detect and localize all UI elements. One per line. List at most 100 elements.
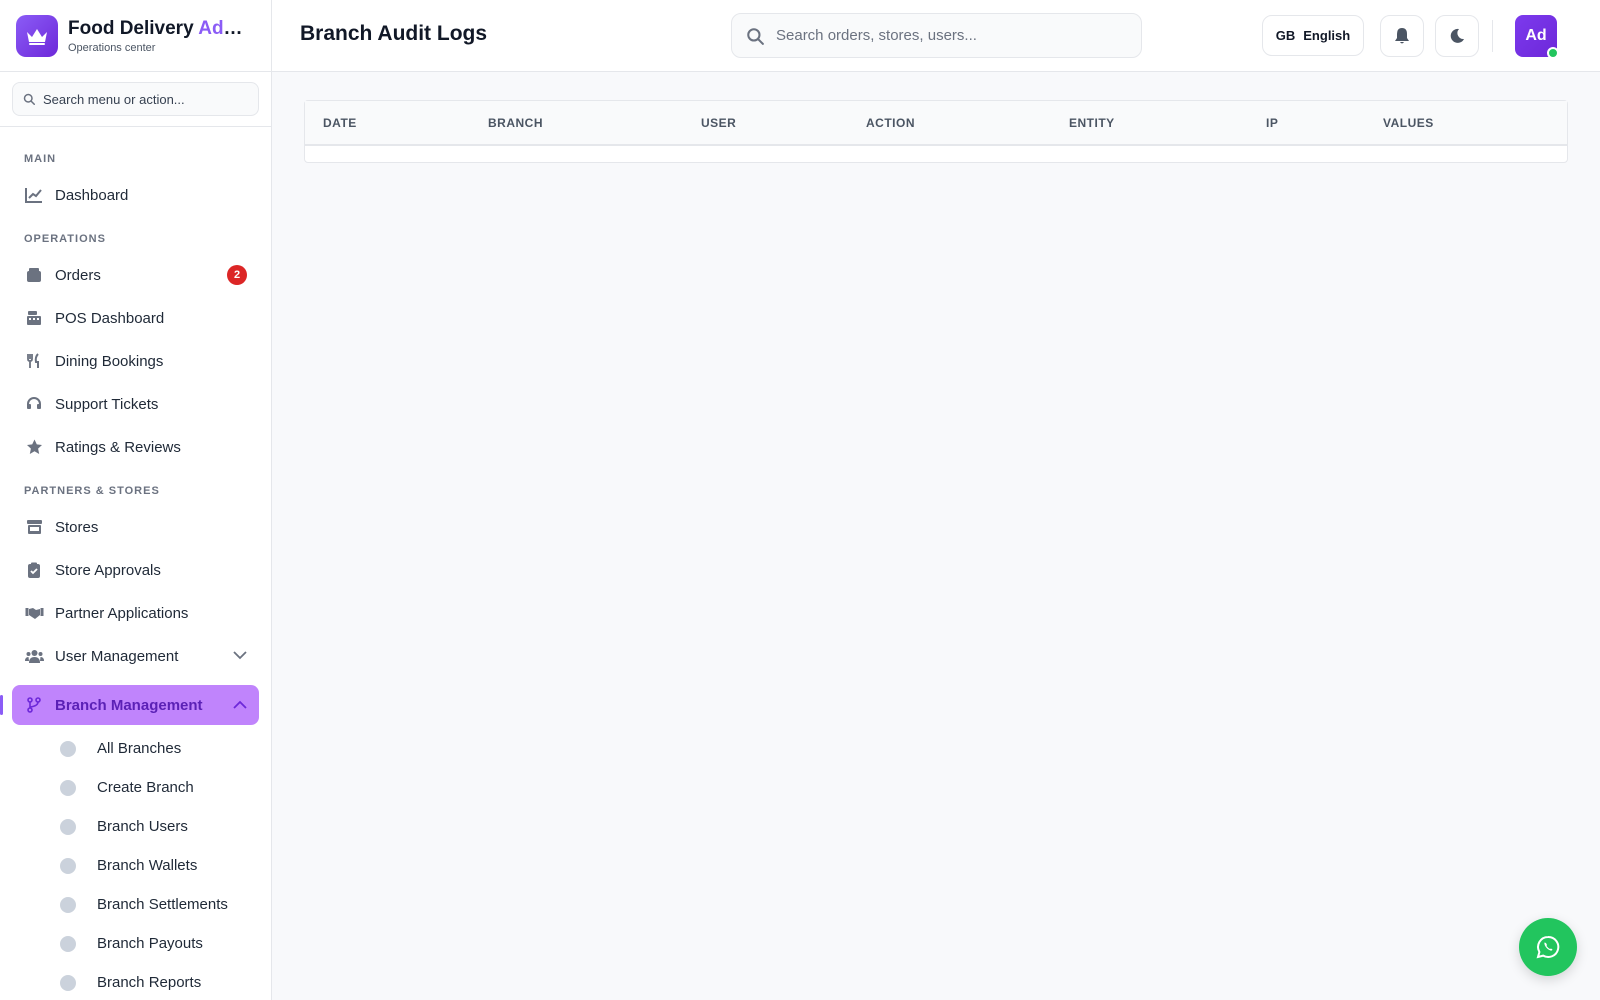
sidebar-item-label: Store Approvals bbox=[55, 561, 161, 579]
sidebar-item-label: User Management bbox=[55, 647, 179, 665]
sidebar-item-label: Orders bbox=[55, 266, 101, 284]
sidebar-subitem-label: Branch Wallets bbox=[97, 857, 198, 874]
avatar[interactable]: Ad bbox=[1515, 15, 1559, 59]
chart-line-icon bbox=[24, 185, 44, 205]
topbar: Branch Audit Logs GB English Ad bbox=[272, 0, 1600, 72]
page-title: Branch Audit Logs bbox=[300, 22, 488, 45]
section-label-partners: PARTNERS & STORES bbox=[24, 485, 160, 497]
sidebar-item-label: Ratings & Reviews bbox=[55, 438, 181, 456]
chevron-up-icon bbox=[233, 696, 247, 714]
brand: Food Delivery Admin Operations center bbox=[0, 0, 271, 72]
whatsapp-icon bbox=[1536, 935, 1560, 959]
sidebar-item-label: POS Dashboard bbox=[55, 309, 165, 327]
language-label: English bbox=[1303, 28, 1351, 43]
sidebar-item-dashboard[interactable]: Dashboard bbox=[12, 175, 259, 215]
handshake-icon bbox=[24, 603, 44, 623]
column-header-ip[interactable]: IP bbox=[1248, 116, 1365, 130]
box-icon bbox=[24, 265, 44, 285]
sidebar-item-label: Branch Management bbox=[55, 696, 203, 714]
sidebar-subitem-branch-users[interactable]: Branch Users bbox=[12, 807, 259, 846]
bullet-dot bbox=[60, 974, 76, 991]
theme-toggle-button[interactable] bbox=[1435, 15, 1479, 57]
section-label-main: MAIN bbox=[24, 153, 57, 165]
orders-count-badge: 2 bbox=[227, 265, 247, 285]
column-header-action[interactable]: ACTION bbox=[848, 116, 1051, 130]
sidebar-item-orders[interactable]: Orders 2 bbox=[12, 255, 259, 295]
sidebar-subitem-branch-settlements[interactable]: Branch Settlements bbox=[12, 885, 259, 924]
brand-title-main: Food Delivery bbox=[68, 17, 199, 39]
sidebar-subitem-label: Branch Users bbox=[97, 818, 188, 835]
sidebar-item-branch-management[interactable]: Branch Management bbox=[0, 685, 259, 725]
column-header-date[interactable]: DATE bbox=[305, 116, 470, 130]
sidebar-item-dining[interactable]: Dining Bookings bbox=[12, 341, 259, 381]
sidebar-item-label: Partner Applications bbox=[55, 604, 189, 622]
bell-icon bbox=[1395, 28, 1409, 44]
sidebar-item-partner-applications[interactable]: Partner Applications bbox=[12, 593, 259, 633]
section-label-operations: OPERATIONS bbox=[24, 233, 106, 245]
chevron-down-icon bbox=[233, 647, 247, 665]
sidebar-subitem-all-branches[interactable]: All Branches bbox=[12, 729, 259, 768]
star-icon bbox=[24, 437, 44, 457]
sidebar-subitem-branch-payouts[interactable]: Branch Payouts bbox=[12, 924, 259, 963]
sidebar-subitem-create-branch[interactable]: Create Branch bbox=[12, 768, 259, 807]
search-icon bbox=[23, 93, 35, 105]
column-header-values[interactable]: VALUES bbox=[1365, 116, 1565, 130]
sidebar-search-input[interactable] bbox=[43, 91, 243, 107]
bullet-dot bbox=[60, 896, 76, 913]
bullet-dot bbox=[60, 818, 76, 835]
global-search-input[interactable] bbox=[776, 27, 1116, 44]
sidebar: Food Delivery Admin Operations center MA… bbox=[0, 0, 272, 1000]
sidebar-subitem-label: Branch Reports bbox=[97, 974, 202, 991]
branch-submenu: All Branches Create Branch Branch Users … bbox=[12, 729, 259, 1000]
column-header-user[interactable]: USER bbox=[683, 116, 848, 130]
sidebar-item-pos[interactable]: POS Dashboard bbox=[12, 298, 259, 338]
sidebar-item-label: Dining Bookings bbox=[55, 352, 164, 370]
bullet-dot bbox=[60, 740, 76, 757]
whatsapp-chat-button[interactable] bbox=[1519, 918, 1577, 976]
utensils-icon bbox=[24, 351, 44, 371]
language-code: GB bbox=[1275, 28, 1296, 43]
online-status-dot bbox=[1547, 47, 1559, 59]
sidebar-subitem-branch-reports[interactable]: Branch Reports bbox=[12, 963, 259, 1000]
clipboard-check-icon bbox=[24, 560, 44, 580]
bullet-dot bbox=[60, 857, 76, 874]
store-icon bbox=[24, 517, 44, 537]
headset-icon bbox=[24, 394, 44, 414]
search-icon bbox=[747, 27, 764, 45]
notifications-button[interactable] bbox=[1380, 15, 1424, 57]
bullet-dot bbox=[60, 935, 76, 952]
sidebar-subitem-label: All Branches bbox=[97, 740, 182, 757]
global-search bbox=[731, 13, 1142, 58]
active-indicator bbox=[0, 695, 3, 715]
sidebar-item-user-management[interactable]: User Management bbox=[12, 636, 259, 676]
sidebar-nav: MAIN Dashboard OPERATIONS Orders 2 POS D… bbox=[0, 127, 271, 1000]
audit-logs-table: DATE BRANCH USER ACTION ENTITY IP VALUES bbox=[304, 100, 1568, 163]
sidebar-search bbox=[12, 82, 259, 116]
crown-logo-icon bbox=[16, 14, 58, 57]
sidebar-item-ratings[interactable]: Ratings & Reviews bbox=[12, 427, 259, 467]
sidebar-item-label: Stores bbox=[55, 518, 99, 536]
column-header-entity[interactable]: ENTITY bbox=[1051, 116, 1248, 130]
moon-icon bbox=[1450, 28, 1464, 43]
cash-register-icon bbox=[24, 308, 44, 328]
bullet-dot bbox=[60, 779, 76, 796]
language-selector[interactable]: GB English bbox=[1262, 15, 1364, 56]
sidebar-item-store-approvals[interactable]: Store Approvals bbox=[12, 550, 259, 590]
sidebar-item-label: Support Tickets bbox=[55, 395, 159, 413]
sidebar-subitem-label: Branch Payouts bbox=[97, 935, 203, 952]
users-icon bbox=[24, 646, 44, 666]
table-body bbox=[305, 146, 1567, 162]
avatar-initials: Ad bbox=[1525, 27, 1547, 44]
sidebar-subitem-label: Create Branch bbox=[97, 779, 194, 796]
sidebar-item-label: Dashboard bbox=[55, 186, 129, 204]
sidebar-item-support[interactable]: Support Tickets bbox=[12, 384, 259, 424]
brand-title-accent: Admin bbox=[198, 17, 246, 39]
column-header-branch[interactable]: BRANCH bbox=[470, 116, 683, 130]
brand-subtitle: Operations center bbox=[68, 41, 156, 54]
sidebar-item-stores[interactable]: Stores bbox=[12, 507, 259, 547]
table-header-row: DATE BRANCH USER ACTION ENTITY IP VALUES bbox=[305, 101, 1567, 146]
header-divider bbox=[1492, 20, 1493, 52]
sidebar-subitem-branch-wallets[interactable]: Branch Wallets bbox=[12, 846, 259, 885]
code-branch-icon bbox=[24, 695, 44, 715]
sidebar-subitem-label: Branch Settlements bbox=[97, 896, 228, 913]
